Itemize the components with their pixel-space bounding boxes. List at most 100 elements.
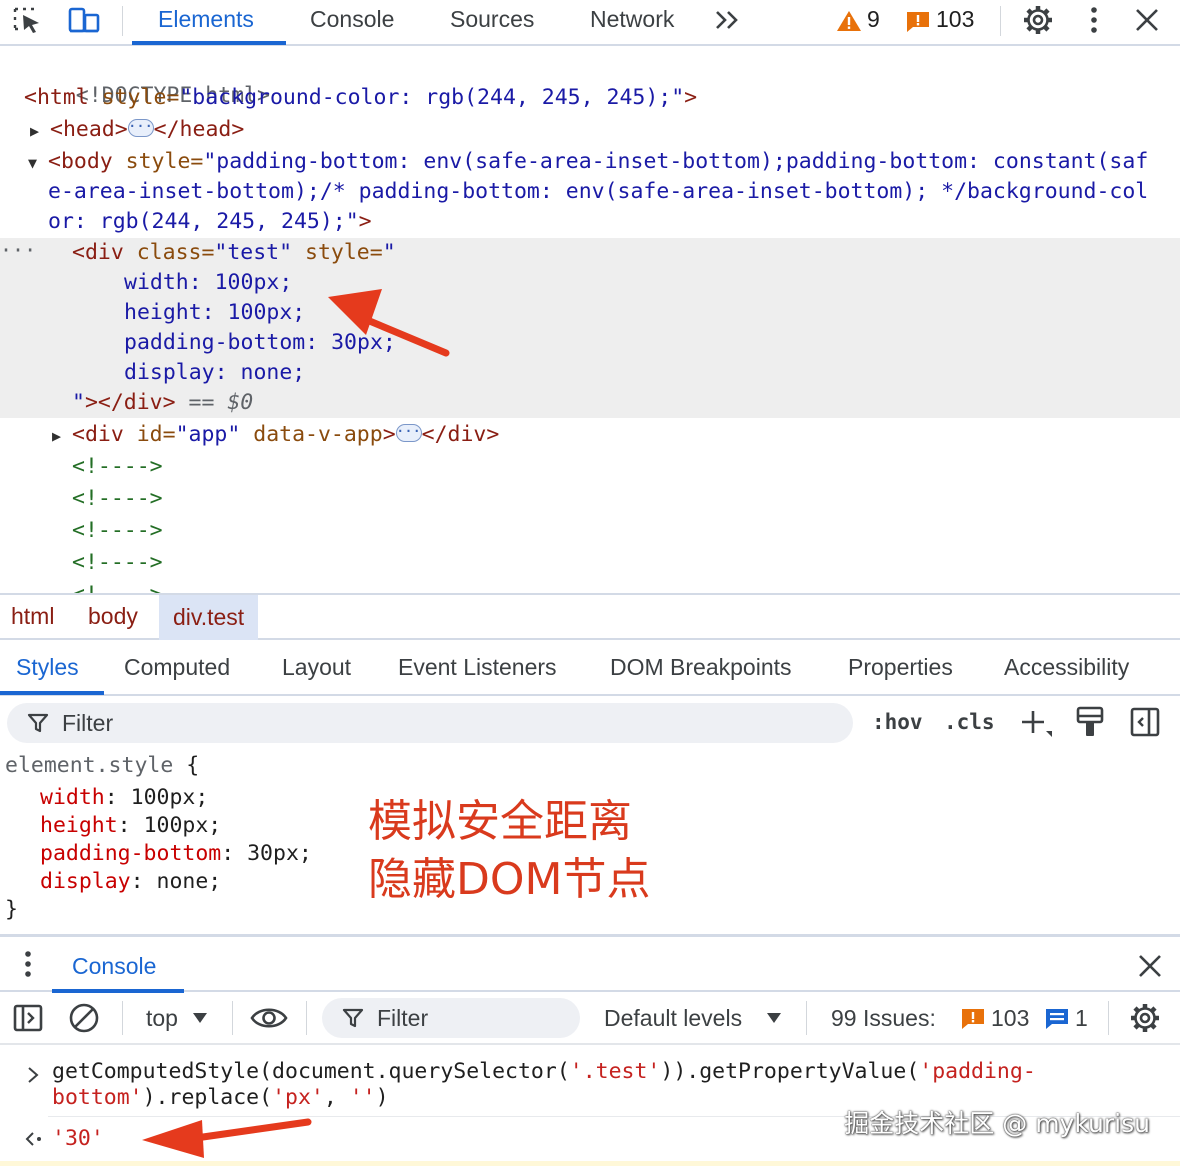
drawer-menu-icon[interactable] — [14, 949, 42, 979]
tab-computed[interactable]: Computed — [124, 654, 230, 681]
annotation-text-line-2: 隐藏DOM节点 — [368, 854, 651, 905]
body-style-attr: style= — [125, 149, 204, 174]
console-input-line-1[interactable]: getComputedStyle(document.querySelector(… — [52, 1059, 1036, 1085]
console-filter-input[interactable]: Filter — [322, 998, 580, 1038]
active-subtab-indicator — [0, 691, 104, 695]
class-toggle[interactable]: .cls — [944, 710, 995, 734]
element-state-paint-icon[interactable] — [1074, 705, 1106, 739]
console-input-line-2[interactable]: bottom').replace('px', '') — [52, 1085, 389, 1111]
chevron-down-icon[interactable] — [766, 1012, 782, 1024]
node-actions-icon[interactable]: ··· — [0, 235, 36, 265]
code-string: bottom' — [52, 1085, 143, 1110]
property-name[interactable]: width — [40, 785, 105, 810]
tab-sources[interactable]: Sources — [450, 6, 534, 33]
comment-node[interactable]: <!----> — [72, 452, 163, 482]
settings-gear-icon[interactable] — [1021, 4, 1055, 36]
collapse-triangle-icon[interactable]: ▼ — [28, 148, 48, 178]
rule-declaration[interactable]: height: 100px; — [40, 812, 221, 841]
hover-state-toggle[interactable]: :hov — [872, 710, 923, 734]
tab-styles[interactable]: Styles — [16, 654, 79, 681]
rule-declaration[interactable]: padding-bottom: 30px; — [40, 840, 312, 869]
issue-info-icon[interactable] — [1045, 1008, 1069, 1030]
warning-icon[interactable] — [836, 9, 862, 33]
rule-declaration[interactable]: display: none; — [40, 868, 221, 897]
warnings-count[interactable]: 9 — [867, 6, 880, 33]
tab-layout[interactable]: Layout — [282, 654, 351, 681]
more-options-icon[interactable] — [1077, 4, 1111, 36]
app-tag-gt: > — [382, 422, 396, 447]
app-id-value: "app" — [175, 422, 241, 447]
collapsed-ellipsis-icon[interactable]: ··· — [127, 119, 154, 137]
console-sidebar-icon[interactable] — [12, 1003, 44, 1033]
inline-style-width: width: 100px; — [124, 270, 293, 295]
body-style-continued: e-area-inset-bottom);/* padding-bottom: … — [48, 177, 1148, 207]
clear-console-icon[interactable] — [67, 1002, 101, 1034]
body-style-end: or: rgb(244, 245, 245);"> — [48, 207, 372, 237]
active-tab-indicator — [132, 41, 286, 45]
new-style-rule-icon[interactable] — [1018, 707, 1054, 741]
property-name[interactable]: display — [40, 869, 131, 894]
rule-close-brace: } — [5, 897, 18, 922]
console-settings-gear-icon[interactable] — [1128, 1001, 1162, 1035]
property-colon: : — [104, 785, 131, 810]
body-tag: <body — [48, 149, 126, 174]
property-value[interactable]: 100px; — [131, 785, 209, 810]
breadcrumb-html[interactable]: html — [11, 603, 54, 630]
comment-node[interactable]: <!----> — [72, 580, 163, 593]
log-levels-dropdown[interactable]: Default levels — [604, 1005, 742, 1032]
tab-properties[interactable]: Properties — [848, 654, 953, 681]
context-selector[interactable]: top — [146, 1005, 178, 1032]
comment-node[interactable]: <!----> — [72, 516, 163, 546]
tab-network[interactable]: Network — [590, 6, 674, 33]
app-close-tag: </div> — [421, 422, 500, 447]
toggle-sidebar-icon[interactable] — [1128, 705, 1162, 739]
breadcrumb-div-test[interactable]: div.test — [159, 595, 259, 640]
tab-event-listeners[interactable]: Event Listeners — [398, 654, 557, 681]
property-value[interactable]: 30px; — [247, 841, 312, 866]
tab-console[interactable]: Console — [310, 6, 394, 33]
issues-error-count[interactable]: 103 — [991, 1005, 1029, 1032]
property-name[interactable]: height — [40, 813, 118, 838]
console-result-value[interactable]: '30' — [52, 1126, 104, 1152]
close-devtools-icon[interactable] — [1130, 4, 1164, 36]
drawer-tab-console[interactable]: Console — [72, 953, 156, 980]
toolbar-divider — [806, 1001, 807, 1035]
html-node[interactable]: <html style="background-color: rgb(244, … — [24, 83, 697, 113]
more-tabs-icon[interactable] — [714, 8, 742, 32]
html-tag-close: > — [684, 85, 698, 110]
issue-error-icon[interactable] — [961, 1008, 985, 1030]
collapsed-ellipsis-icon[interactable]: ··· — [395, 424, 422, 442]
styles-filter-input[interactable]: Filter — [7, 703, 853, 743]
tab-dom-breakpoints[interactable]: DOM Breakpoints — [610, 654, 792, 681]
tab-accessibility[interactable]: Accessibility — [1004, 654, 1129, 681]
result-arrow-icon — [25, 1132, 41, 1146]
breadcrumb-body[interactable]: body — [88, 603, 138, 630]
inspect-element-icon[interactable] — [12, 6, 44, 34]
rule-declaration[interactable]: width: 100px; — [40, 784, 208, 813]
close-drawer-icon[interactable] — [1134, 951, 1166, 981]
property-name[interactable]: padding-bottom — [40, 841, 221, 866]
issues-info-count[interactable]: 1 — [1075, 1005, 1088, 1032]
body-node[interactable]: ▼ <body style="padding-bottom: env(safe-a… — [28, 147, 1148, 178]
tab-elements[interactable]: Elements — [158, 6, 254, 33]
expand-triangle-icon[interactable]: ▶ — [52, 421, 72, 451]
head-node[interactable]: ▶ <head>···</head> — [30, 115, 244, 146]
toolbar-divider — [1108, 1001, 1109, 1035]
property-colon: : — [221, 841, 248, 866]
property-value[interactable]: 100px; — [144, 813, 222, 838]
head-open-tag: <head> — [50, 117, 128, 142]
device-toolbar-icon[interactable] — [68, 6, 100, 34]
live-expression-eye-icon[interactable] — [250, 1004, 288, 1032]
comment-node[interactable]: <!----> — [72, 484, 163, 514]
comment-node[interactable]: <!----> — [72, 548, 163, 578]
property-value[interactable]: none; — [157, 869, 222, 894]
toolbar-divider — [122, 1001, 123, 1035]
chevron-down-icon[interactable] — [192, 1012, 208, 1024]
div-test-end: "></div> == $0 — [72, 388, 253, 418]
rule-selector-line[interactable]: element.style { — [5, 752, 199, 781]
app-node[interactable]: ▶ <div id="app" data-v-app>···</div> — [52, 420, 499, 451]
issue-flag-icon[interactable] — [906, 11, 930, 33]
issues-label[interactable]: 99 Issues: — [831, 1005, 936, 1032]
issues-count[interactable]: 103 — [936, 6, 974, 33]
expand-triangle-icon[interactable]: ▶ — [30, 116, 50, 146]
